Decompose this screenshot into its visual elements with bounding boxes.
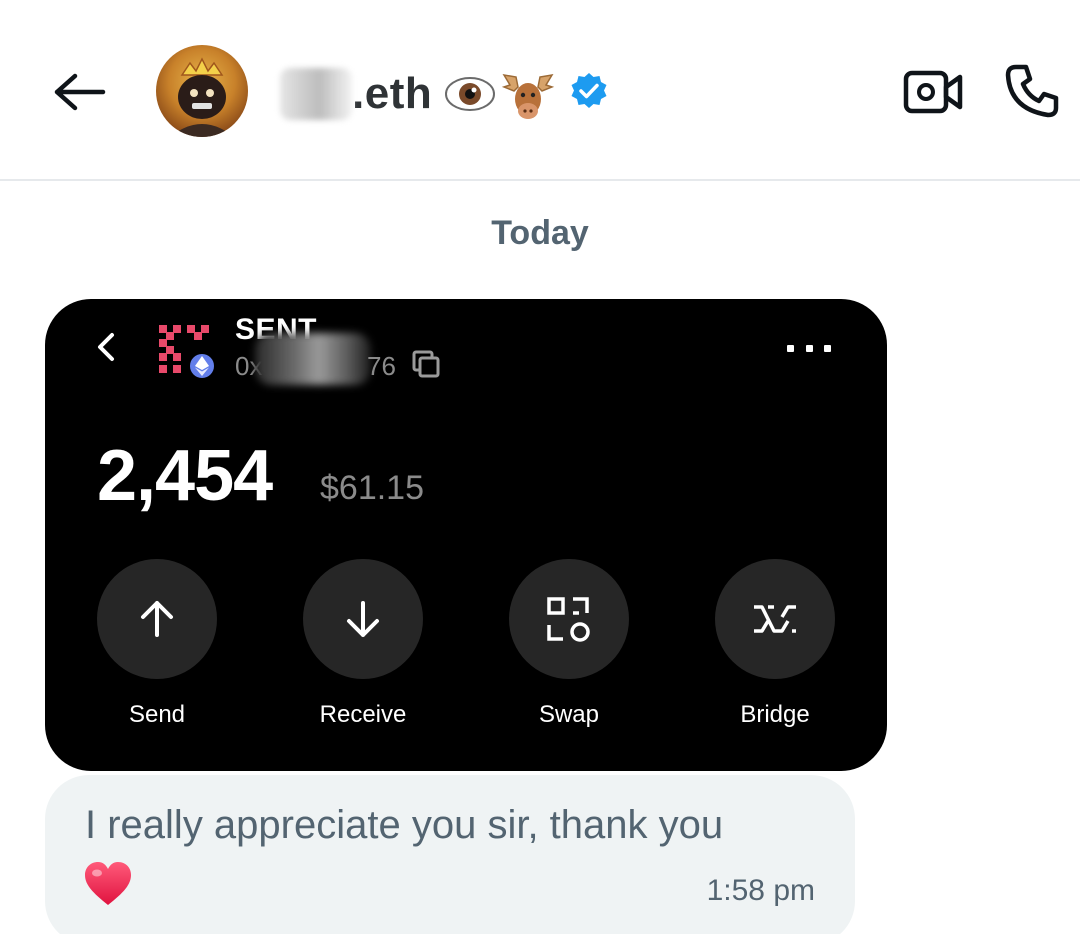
send-button [97, 559, 217, 679]
conversation-header: .eth [0, 0, 1080, 181]
address-suffix: 76 [367, 351, 396, 381]
message-text: I really appreciate you sir, thank you [85, 803, 724, 847]
video-call-button[interactable] [898, 62, 968, 122]
redacted-address [255, 333, 371, 385]
send-label: Send [128, 701, 186, 728]
arrow-down-icon [347, 601, 379, 637]
video-camera-icon [903, 70, 963, 114]
send-action: Send [77, 559, 237, 729]
avatar[interactable] [156, 45, 248, 137]
token-balance: 2,454 [97, 436, 273, 516]
copy-icon [411, 349, 441, 379]
voice-call-button[interactable] [998, 58, 1066, 124]
bridge-icon [754, 605, 796, 633]
wallet-back-icon [91, 327, 121, 367]
receive-label: Receive [319, 701, 407, 728]
message-timestamp: 1:58 pm [706, 874, 815, 907]
balance-usd: $61.15 [320, 469, 424, 507]
contact-name-suffix: .eth [352, 69, 433, 118]
date-divider: Today [491, 214, 589, 252]
redacted-name [280, 68, 352, 120]
wallet-screenshot-image[interactable]: SENT 0x 76 2,454 $61.15 Send Receive Swa… [45, 299, 887, 771]
ethereum-icon [187, 351, 217, 381]
more-options-icon [787, 339, 831, 357]
swap-button [509, 559, 629, 679]
receive-button [303, 559, 423, 679]
contact-name[interactable]: .eth [280, 62, 610, 126]
message-bubble[interactable]: I really appreciate you sir, thank you 1… [45, 775, 855, 934]
swap-icon [547, 597, 590, 642]
red-heart-emoji [83, 861, 133, 907]
verified-badge-icon [568, 71, 610, 118]
bridge-button [715, 559, 835, 679]
swap-label: Swap [538, 701, 600, 728]
arrow-left-icon [54, 73, 106, 111]
bridge-label: Bridge [740, 701, 810, 728]
name-emoji [444, 67, 558, 121]
swap-action: Swap [489, 559, 649, 729]
back-button[interactable] [48, 64, 112, 120]
receive-action: Receive [283, 559, 443, 729]
bridge-action: Bridge [695, 559, 855, 729]
arrow-up-icon [141, 601, 173, 637]
eye-emoji [445, 77, 496, 111]
phone-icon [1005, 64, 1059, 118]
moose-emoji [502, 73, 555, 119]
